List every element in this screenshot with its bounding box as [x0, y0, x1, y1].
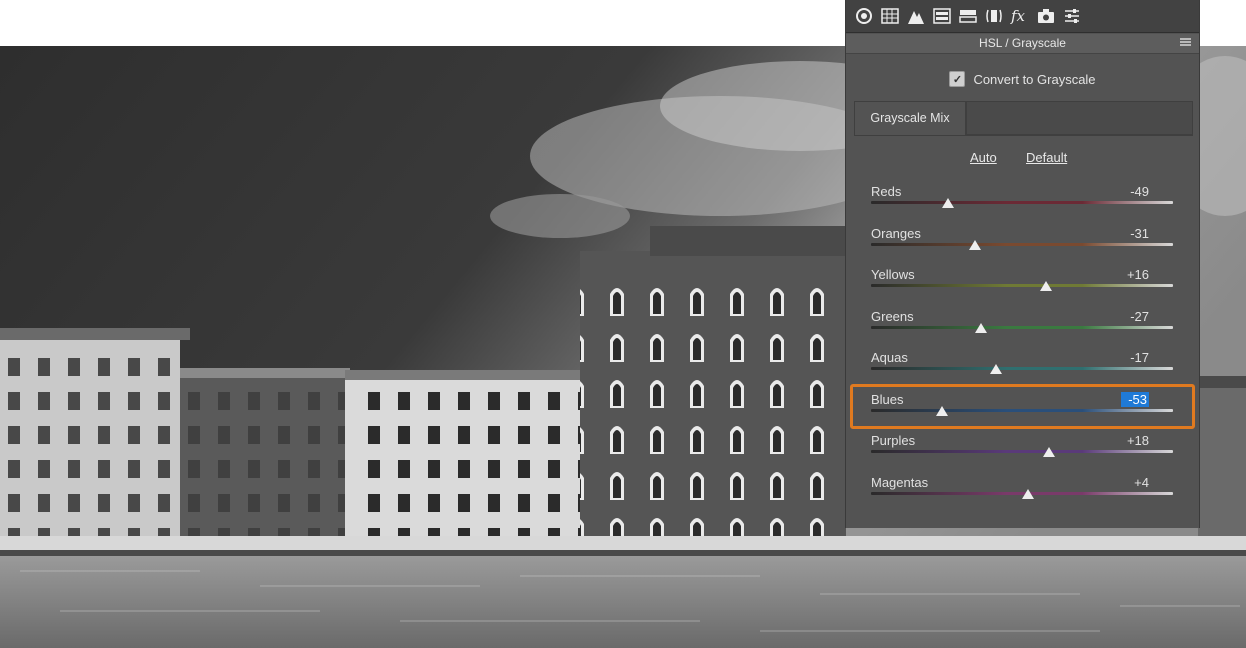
slider-track-reds[interactable]: [871, 201, 1173, 204]
slider-thumb-yellows[interactable]: [1040, 281, 1053, 291]
slider-value-reds[interactable]: -49: [1125, 184, 1149, 199]
slider-row-aquas: Aquas -17: [871, 350, 1175, 388]
convert-to-grayscale-checkbox[interactable]: ✓: [949, 71, 966, 87]
presets-sliders-icon[interactable]: [1061, 5, 1083, 27]
tab-grayscale-mix[interactable]: Grayscale Mix: [854, 101, 966, 135]
tone-curve-grid-icon[interactable]: [879, 5, 901, 27]
svg-text:fx: fx: [1010, 7, 1026, 25]
slider-value-yellows[interactable]: +16: [1125, 267, 1149, 282]
default-link[interactable]: Default: [1026, 150, 1067, 165]
slider-thumb-magentas[interactable]: [1022, 488, 1035, 499]
slider-row-reds: Reds -49: [871, 184, 1175, 222]
slider-label-reds: Reds: [871, 184, 902, 199]
slider-thumb-purples[interactable]: [1043, 447, 1056, 457]
panel-toolbar: fx: [846, 0, 1199, 33]
slider-row-oranges: Oranges -31: [871, 226, 1175, 264]
lens-corrections-icon[interactable]: [983, 5, 1005, 27]
slider-track-purples[interactable]: [871, 450, 1173, 453]
convert-to-grayscale-row[interactable]: ✓ Convert to Grayscale: [846, 64, 1199, 94]
hsl-grayscale-panel: fx HSL / Grayscale ✓ Convert to Grayscal…: [845, 0, 1200, 528]
tabs-row: Grayscale Mix: [854, 101, 1193, 136]
slider-thumb-aquas[interactable]: [990, 364, 1003, 374]
slider-row-blues: Blues -53: [871, 391, 1175, 430]
panel-menu-icon[interactable]: [1180, 38, 1191, 48]
slider-label-greens: Greens: [871, 308, 914, 324]
slider-track-blues[interactable]: [871, 408, 1173, 412]
slider-label-blues: Blues: [871, 391, 904, 407]
split-toning-icon[interactable]: [957, 5, 979, 27]
slider-track-oranges[interactable]: [871, 242, 1173, 246]
slider-track-greens[interactable]: [871, 325, 1173, 329]
panel-title-bar: HSL / Grayscale: [846, 34, 1199, 54]
slider-value-oranges[interactable]: -31: [1125, 226, 1149, 241]
slider-label-magentas: Magentas: [871, 474, 929, 490]
auto-default-links: Auto Default: [846, 150, 1199, 170]
slider-row-magentas: Magentas +4: [871, 475, 1175, 513]
convert-to-grayscale-label: Convert to Grayscale: [973, 71, 1096, 87]
fx-effects-icon[interactable]: fx: [1009, 5, 1031, 27]
slider-track-aquas[interactable]: [871, 367, 1173, 370]
slider-label-purples: Purples: [871, 433, 916, 448]
hsl-grayscale-icon[interactable]: [931, 5, 953, 27]
basic-aperture-icon[interactable]: [853, 5, 875, 27]
slider-row-yellows: Yellows +16: [871, 267, 1175, 305]
slider-row-greens: Greens -27: [871, 309, 1175, 347]
slider-value-greens[interactable]: -27: [1125, 309, 1149, 324]
slider-thumb-oranges[interactable]: [969, 239, 982, 250]
slider-thumb-greens[interactable]: [975, 322, 988, 333]
slider-row-purples: Purples +18: [871, 433, 1175, 471]
slider-label-oranges: Oranges: [871, 225, 921, 241]
tab-strip-empty: [966, 101, 1193, 135]
slider-value-purples[interactable]: +18: [1125, 433, 1149, 448]
camera-calibration-icon[interactable]: [1035, 5, 1057, 27]
auto-link[interactable]: Auto: [970, 150, 997, 165]
slider-value-magentas[interactable]: +4: [1125, 475, 1149, 490]
slider-thumb-reds[interactable]: [942, 198, 954, 208]
slider-value-blues[interactable]: -53: [1121, 391, 1149, 407]
slider-label-aquas: Aquas: [871, 350, 908, 365]
slider-thumb-blues[interactable]: [935, 405, 948, 416]
slider-value-aquas[interactable]: -17: [1125, 350, 1149, 365]
slider-track-yellows[interactable]: [871, 284, 1173, 287]
detail-triangle-icon[interactable]: [905, 5, 927, 27]
panel-title: HSL / Grayscale: [979, 36, 1066, 50]
slider-label-yellows: Yellows: [871, 267, 915, 282]
